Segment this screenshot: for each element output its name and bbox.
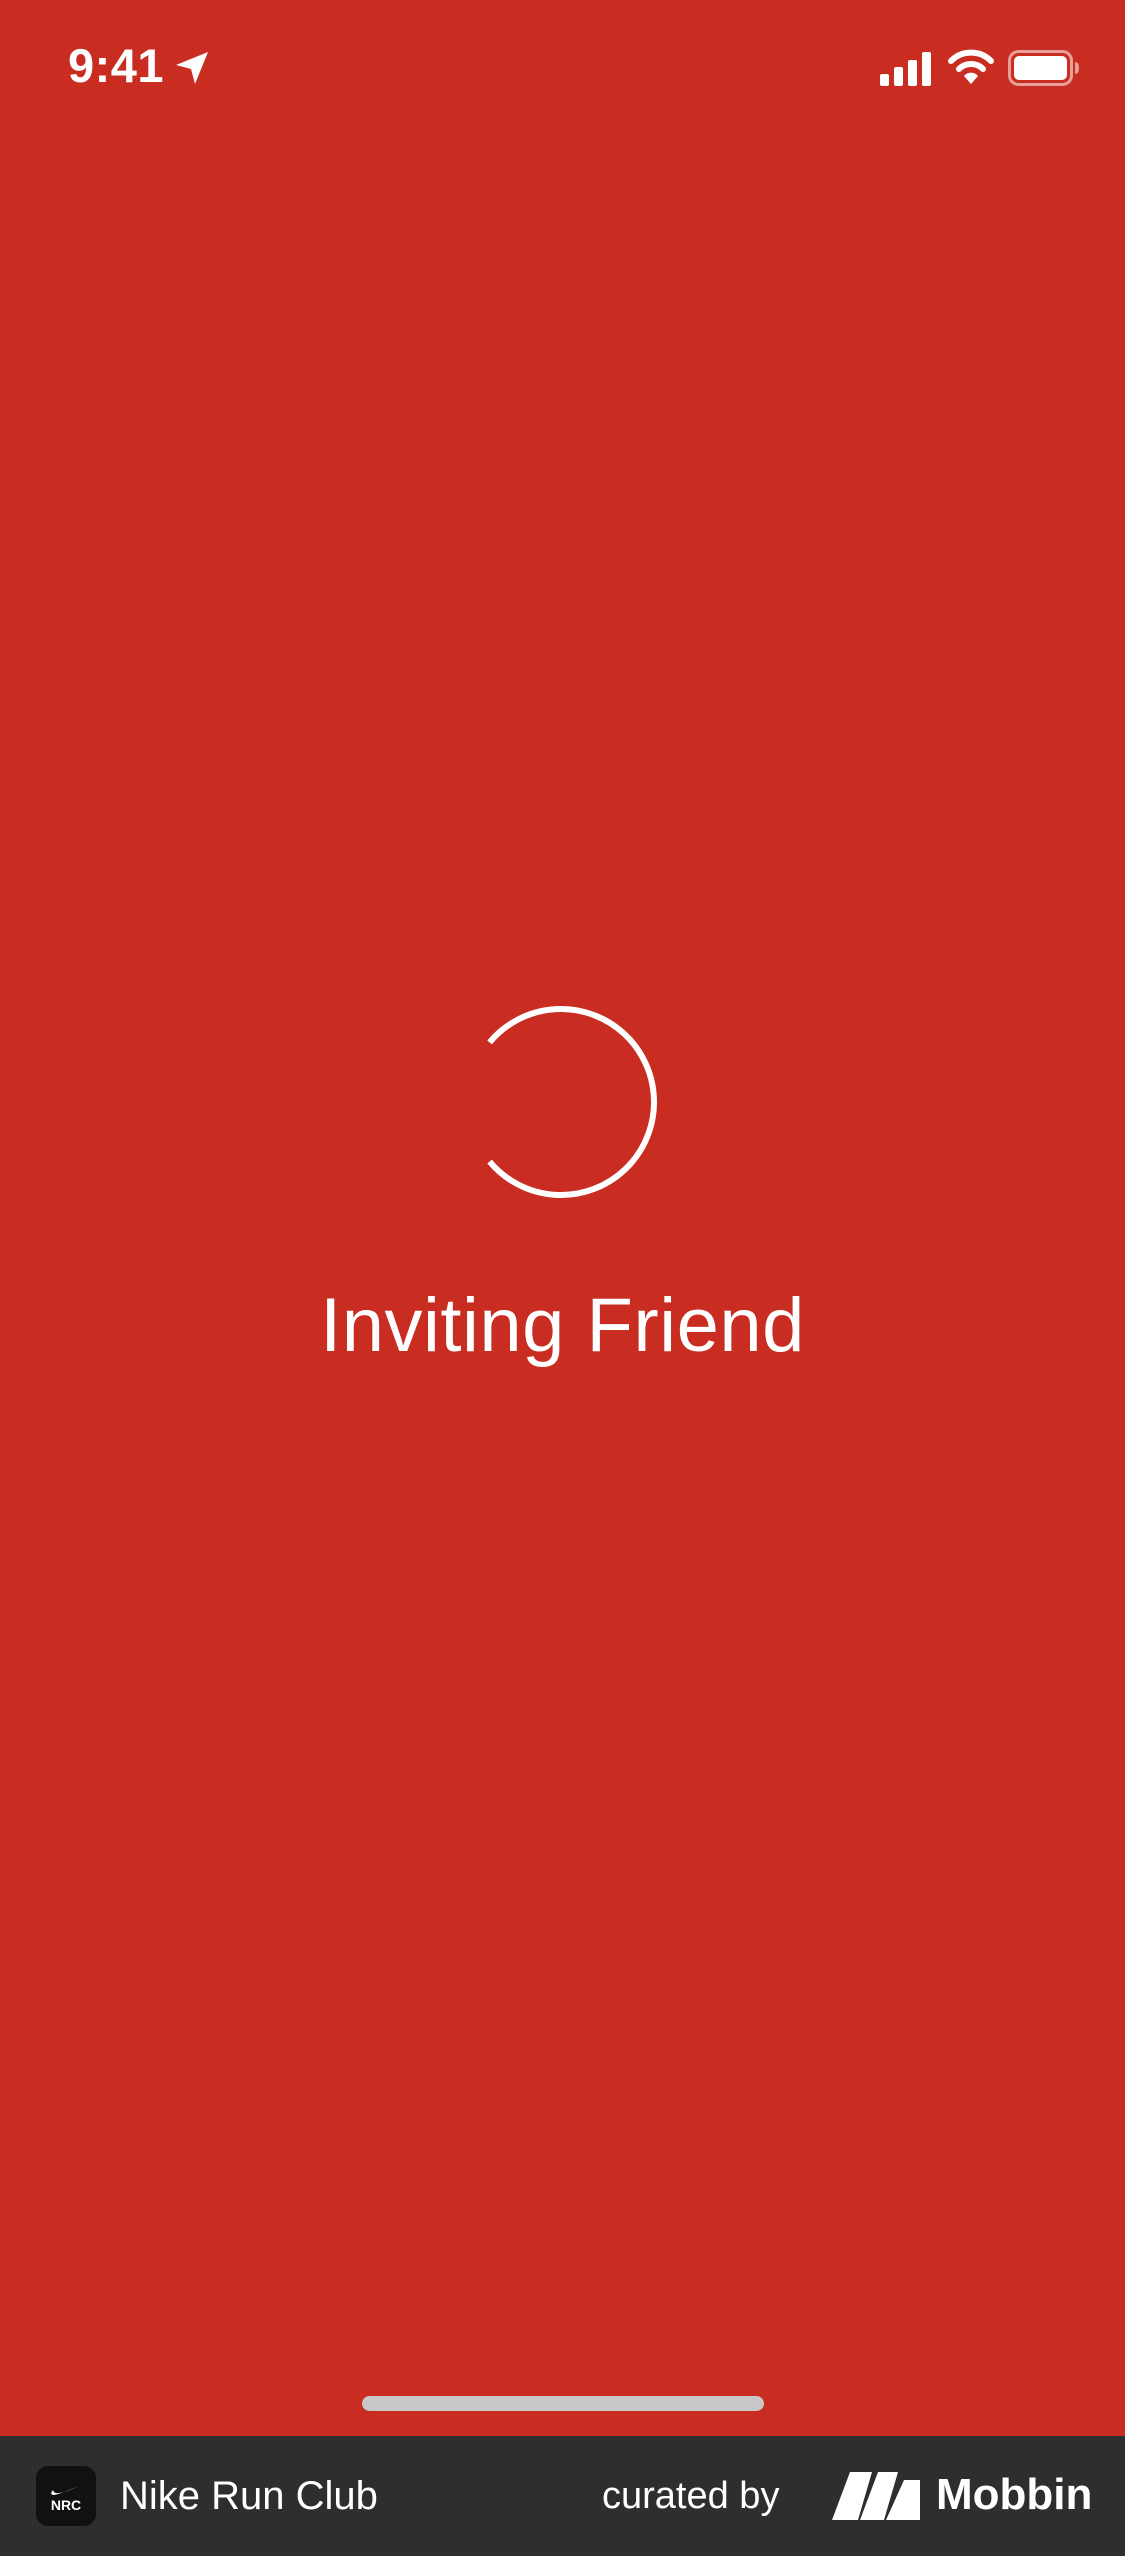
mobbin-brand-name: Mobbin <box>936 2470 1093 2519</box>
mobbin-logo-icon <box>832 2472 920 2520</box>
home-indicator[interactable] <box>362 2396 764 2411</box>
cellular-signal-icon <box>880 52 934 86</box>
app-name: Nike Run Club <box>120 2474 378 2518</box>
spinner-icon <box>482 1002 662 1202</box>
nike-swoosh-icon <box>51 2486 79 2495</box>
loading-screen: 9:41 Inviting Friend <box>0 0 1125 2436</box>
app-icon: NRC <box>36 2466 96 2526</box>
status-time: 9:41 <box>68 39 165 92</box>
footer-bar: NRC Nike Run Club curated by Mobbin <box>0 2436 1125 2556</box>
location-arrow-icon <box>172 48 212 88</box>
loading-title: Inviting Friend <box>320 1283 805 1368</box>
status-bar: 9:41 <box>0 0 1125 140</box>
app-icon-label: NRC <box>50 2497 82 2513</box>
battery-icon <box>1008 50 1080 86</box>
curated-by-label: curated by <box>602 2475 780 2517</box>
wifi-icon <box>948 48 994 86</box>
